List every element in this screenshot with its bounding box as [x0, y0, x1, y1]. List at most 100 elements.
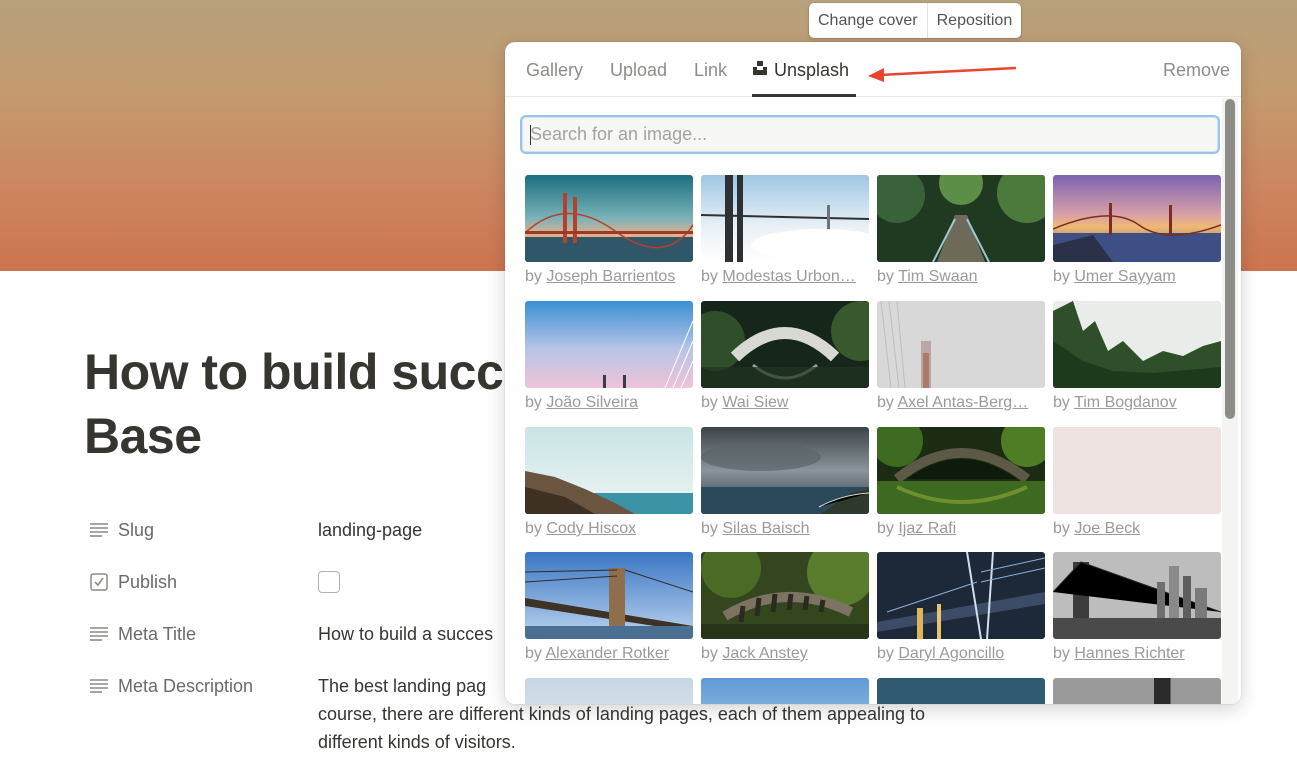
- image-thumbnail[interactable]: [1053, 552, 1221, 639]
- by-prefix: by: [525, 645, 542, 662]
- image-credit: by Wai Siew: [701, 393, 869, 413]
- image-thumbnail[interactable]: [701, 552, 869, 639]
- cover-actions: Change cover Reposition: [809, 3, 1022, 38]
- image-card[interactable]: by Tim Swaan: [877, 175, 1045, 287]
- image-credit: by Joe Beck: [1053, 519, 1221, 539]
- image-thumbnail[interactable]: [525, 301, 693, 388]
- image-credit: by Axel Antas-Berg…: [877, 393, 1045, 413]
- image-credit: by Modestas Urbon…: [701, 267, 869, 287]
- image-card[interactable]: [701, 678, 869, 704]
- author-link[interactable]: Wai Siew: [722, 394, 788, 411]
- image-card[interactable]: by Jack Anstey: [701, 552, 869, 664]
- image-card[interactable]: by Tim Bogdanov: [1053, 301, 1221, 413]
- author-link[interactable]: Cody Hiscox: [546, 520, 636, 537]
- by-prefix: by: [701, 268, 718, 285]
- by-prefix: by: [701, 645, 718, 662]
- image-card[interactable]: by Joseph Barrientos: [525, 175, 693, 287]
- author-link[interactable]: Jack Anstey: [722, 645, 807, 662]
- image-credit: by Daryl Agoncillo: [877, 644, 1045, 664]
- property-slug[interactable]: Slug: [88, 515, 154, 545]
- image-card[interactable]: [877, 678, 1045, 704]
- image-thumbnail[interactable]: [1053, 427, 1221, 514]
- scrollbar-track[interactable]: [1222, 98, 1238, 704]
- image-thumbnail[interactable]: [1053, 175, 1221, 262]
- image-thumbnail[interactable]: [525, 427, 693, 514]
- author-link[interactable]: Silas Baisch: [722, 520, 809, 537]
- image-credit: by João Silveira: [525, 393, 693, 413]
- tab-gallery[interactable]: Gallery: [526, 58, 583, 82]
- image-thumbnail[interactable]: [701, 175, 869, 262]
- image-card[interactable]: by Wai Siew: [701, 301, 869, 413]
- property-meta-title[interactable]: Meta Title: [88, 619, 196, 649]
- image-credit: by Tim Bogdanov: [1053, 393, 1221, 413]
- image-thumbnail[interactable]: [525, 552, 693, 639]
- author-link[interactable]: João Silveira: [546, 394, 638, 411]
- image-card[interactable]: by Ijaz Rafi: [877, 427, 1045, 539]
- image-thumbnail[interactable]: [877, 427, 1045, 514]
- image-card[interactable]: by Cody Hiscox: [525, 427, 693, 539]
- image-credit: by Cody Hiscox: [525, 519, 693, 539]
- author-link[interactable]: Umer Sayyam: [1074, 268, 1175, 285]
- property-value-slug[interactable]: landing-page: [318, 516, 422, 544]
- image-search-field[interactable]: [520, 115, 1220, 154]
- image-card[interactable]: [525, 678, 693, 704]
- lines-icon: [88, 519, 110, 541]
- image-thumbnail[interactable]: [877, 678, 1045, 704]
- image-thumbnail[interactable]: [701, 427, 869, 514]
- reposition-button[interactable]: Reposition: [926, 3, 1022, 38]
- image-card[interactable]: by Hannes Richter: [1053, 552, 1221, 664]
- property-label: Slug: [118, 519, 155, 540]
- image-thumbnail[interactable]: [1053, 678, 1221, 704]
- property-meta-description[interactable]: Meta Description: [88, 671, 253, 701]
- image-card[interactable]: by Modestas Urbon…: [701, 175, 869, 287]
- by-prefix: by: [1053, 645, 1070, 662]
- image-card[interactable]: by Joe Beck: [1053, 427, 1221, 539]
- author-link[interactable]: Joe Beck: [1074, 520, 1140, 537]
- image-card[interactable]: by Umer Sayyam: [1053, 175, 1221, 287]
- property-publish[interactable]: Publish: [88, 567, 177, 597]
- image-thumbnail[interactable]: [877, 175, 1045, 262]
- author-link[interactable]: Tim Bogdanov: [1074, 394, 1177, 411]
- image-card[interactable]: by Axel Antas-Berg…: [877, 301, 1045, 413]
- description-line: different kinds of visitors.: [318, 732, 516, 752]
- tab-unsplash[interactable]: Unsplash: [752, 58, 849, 82]
- image-card[interactable]: by Daryl Agoncillo: [877, 552, 1045, 664]
- image-thumbnail[interactable]: [877, 552, 1045, 639]
- image-thumbnail[interactable]: [525, 678, 693, 704]
- by-prefix: by: [525, 520, 542, 537]
- tab-unsplash-label: Unsplash: [774, 60, 850, 80]
- image-card[interactable]: by Alexander Rotker: [525, 552, 693, 664]
- image-card[interactable]: by Silas Baisch: [701, 427, 869, 539]
- image-thumbnail[interactable]: [525, 175, 693, 262]
- tab-link[interactable]: Link: [694, 58, 727, 82]
- by-prefix: by: [877, 394, 894, 411]
- author-link[interactable]: Joseph Barrientos: [546, 268, 675, 285]
- image-search-input[interactable]: [522, 117, 1218, 152]
- by-prefix: by: [1053, 268, 1070, 285]
- publish-checkbox[interactable]: [318, 571, 340, 593]
- image-card[interactable]: [1053, 678, 1221, 704]
- image-thumbnail[interactable]: [701, 678, 869, 704]
- author-link[interactable]: Tim Swaan: [898, 268, 977, 285]
- image-credit: by Silas Baisch: [701, 519, 869, 539]
- image-credit: by Ijaz Rafi: [877, 519, 1045, 539]
- by-prefix: by: [701, 520, 718, 537]
- author-link[interactable]: Modestas Urbon…: [722, 268, 855, 285]
- scrollbar-thumb[interactable]: [1225, 99, 1235, 419]
- property-value-meta-title[interactable]: How to build a succes: [318, 620, 493, 648]
- image-credit: by Tim Swaan: [877, 267, 1045, 287]
- remove-cover-button[interactable]: Remove: [1163, 58, 1230, 82]
- author-link[interactable]: Axel Antas-Berg…: [897, 394, 1028, 411]
- change-cover-button[interactable]: Change cover: [809, 3, 927, 38]
- author-link[interactable]: Ijaz Rafi: [898, 520, 956, 537]
- author-link[interactable]: Daryl Agoncillo: [898, 645, 1004, 662]
- tab-upload[interactable]: Upload: [610, 58, 667, 82]
- image-card[interactable]: by João Silveira: [525, 301, 693, 413]
- image-thumbnail[interactable]: [1053, 301, 1221, 388]
- property-label: Publish: [118, 571, 178, 592]
- image-thumbnail[interactable]: [877, 301, 1045, 388]
- author-link[interactable]: Alexander Rotker: [545, 645, 669, 662]
- author-link[interactable]: Hannes Richter: [1074, 645, 1184, 662]
- active-tab-indicator: [752, 94, 856, 97]
- image-thumbnail[interactable]: [701, 301, 869, 388]
